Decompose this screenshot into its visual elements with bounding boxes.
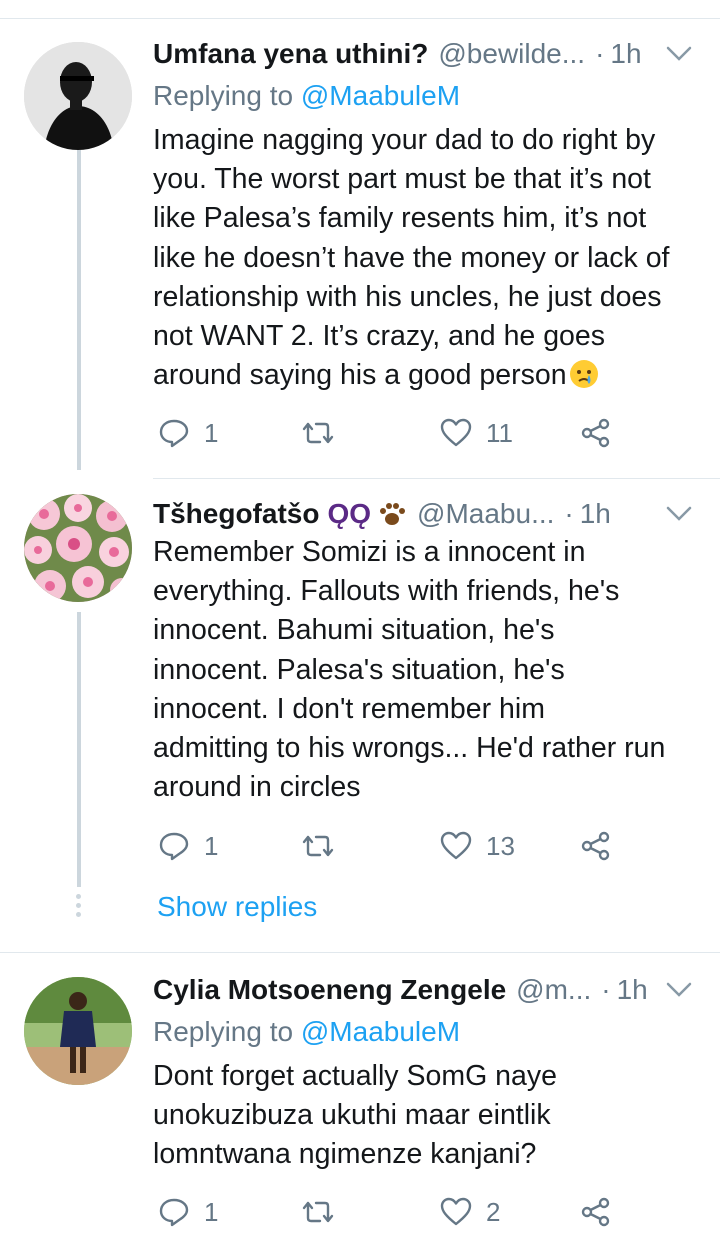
timestamp[interactable]: 1h (617, 974, 648, 1006)
tweet-line: you. The worst part must be that it’s no… (153, 163, 651, 196)
chevron-down-icon[interactable] (664, 40, 694, 68)
like-button[interactable]: 11 (440, 413, 513, 453)
tweet-text: Remember Somizi is a innocent in everyth… (153, 533, 713, 807)
heart-icon (440, 1197, 472, 1226)
thread-dots (76, 894, 82, 921)
separator-dot: · (564, 498, 574, 529)
tweet-text: Imagine nagging your dad to do right by … (153, 121, 713, 395)
thread-line (77, 612, 81, 887)
mention-link[interactable]: @MaabuleM (301, 1016, 460, 1047)
like-count: 13 (486, 830, 515, 861)
chevron-down-icon[interactable] (664, 976, 694, 1004)
tweet-actions: 1 13 (158, 826, 628, 866)
like-count: 11 (486, 417, 513, 448)
user-handle[interactable]: @Maabu... (417, 498, 554, 530)
share-button[interactable] (580, 1192, 612, 1232)
replying-label: Replying to (153, 1016, 294, 1047)
tweet-line: Dont forget actually SomG naye (153, 1060, 557, 1092)
tweet-line-last: around saying his a good person (153, 356, 713, 395)
display-name[interactable]: Umfana yena uthini? (153, 38, 428, 70)
tweet-line: around in circles (153, 771, 361, 804)
display-name[interactable]: Cylia Motsoeneng Zengele (153, 974, 506, 1006)
replying-to: Replying to @MaabuleM (153, 80, 460, 112)
separator-dot: · (601, 974, 611, 1005)
chevron-down-icon[interactable] (664, 500, 694, 528)
tweet-line: innocent. I don't remember him (153, 692, 545, 725)
tweet-line: innocent. Palesa's situation, he's (153, 653, 565, 686)
reply-count: 1 (204, 830, 219, 861)
share-button[interactable] (580, 413, 612, 453)
like-button[interactable]: 2 (440, 1192, 500, 1232)
replying-to: Replying to @MaabuleM (153, 1016, 460, 1048)
tweet-header: Umfana yena uthini? @bewilde... · 1h (153, 34, 694, 74)
retweet-icon (302, 1201, 334, 1223)
tweet-actions: 1 11 (158, 413, 628, 453)
tweet-line: lomntwana ngimenze kanjani? (153, 1138, 537, 1171)
thread-line (77, 150, 81, 470)
tweet-header: Cylia Motsoeneng Zengele @m... · 1h (153, 970, 694, 1010)
tweet-header: Tšhegofatšo ǪǪ @Maabu... · 1h (153, 494, 694, 534)
avatar-photo (24, 42, 132, 150)
retweet-button[interactable] (298, 413, 352, 453)
reply-icon (159, 832, 189, 861)
separator-dot: · (595, 38, 605, 69)
show-replies-link[interactable]: Show replies (157, 891, 317, 923)
replying-label: Replying to (153, 80, 294, 111)
display-name[interactable]: Tšhegofatšo (153, 498, 319, 530)
tweet-line: like he doesn’t have the money or lack o… (153, 241, 670, 274)
reply-count: 1 (204, 417, 219, 448)
top-divider (0, 0, 720, 19)
like-button[interactable]: 13 (440, 826, 515, 866)
tweet-line: unokuzibuza ukuthi maar eintlik (153, 1099, 551, 1132)
tweet-line: everything. Fallouts with friends, he's (153, 575, 620, 608)
user-handle[interactable]: @bewilde... (438, 38, 585, 70)
tweet-line: admitting to his wrongs... He'd rather r… (153, 732, 666, 765)
reply-button[interactable]: 1 (158, 413, 218, 453)
share-icon (581, 418, 610, 448)
share-icon (581, 831, 610, 861)
tweet-line: Imagine nagging your dad to do right by (153, 124, 656, 156)
name-decoration: ǪǪ (327, 498, 372, 529)
avatar[interactable] (24, 977, 132, 1085)
retweet-icon (302, 422, 334, 444)
tweet-divider (0, 952, 720, 953)
retweet-button[interactable] (298, 1192, 352, 1232)
paw-icon (377, 500, 407, 528)
retweet-button[interactable] (298, 826, 352, 866)
mention-link[interactable]: @MaabuleM (301, 80, 460, 111)
share-button[interactable] (580, 826, 612, 866)
tweet-line: Remember Somizi is a innocent in (153, 536, 586, 568)
reply-button[interactable]: 1 (158, 1192, 218, 1232)
reply-button[interactable]: 1 (158, 826, 218, 866)
heart-icon (440, 418, 472, 447)
reply-icon (159, 1198, 189, 1227)
tweet-line: not WANT 2. It’s crazy, and he goes (153, 320, 605, 353)
tweet-divider (153, 478, 720, 479)
avatar-photo (24, 494, 132, 602)
tweet-line: like Palesa’s family resents him, it’s n… (153, 202, 647, 235)
avatar[interactable] (24, 42, 132, 150)
reply-icon (159, 419, 189, 448)
retweet-icon (302, 835, 334, 857)
like-count: 2 (486, 1196, 501, 1227)
avatar[interactable] (24, 494, 132, 602)
timestamp[interactable]: 1h (580, 498, 611, 530)
tweet-line: around saying his a good person (153, 359, 567, 392)
tweet-text: Dont forget actually SomG naye unokuzibu… (153, 1057, 713, 1175)
tweet-line: innocent. Bahumi situation, he's (153, 614, 555, 647)
reply-count: 1 (204, 1196, 219, 1227)
crying-face-emoji (569, 359, 599, 389)
heart-icon (440, 831, 472, 860)
tweet-actions: 1 2 (158, 1192, 628, 1232)
tweet-line: relationship with his uncles, he just do… (153, 280, 662, 313)
share-icon (581, 1197, 610, 1227)
timestamp[interactable]: 1h (610, 38, 641, 70)
avatar-photo (24, 977, 132, 1085)
user-handle[interactable]: @m... (516, 974, 591, 1006)
